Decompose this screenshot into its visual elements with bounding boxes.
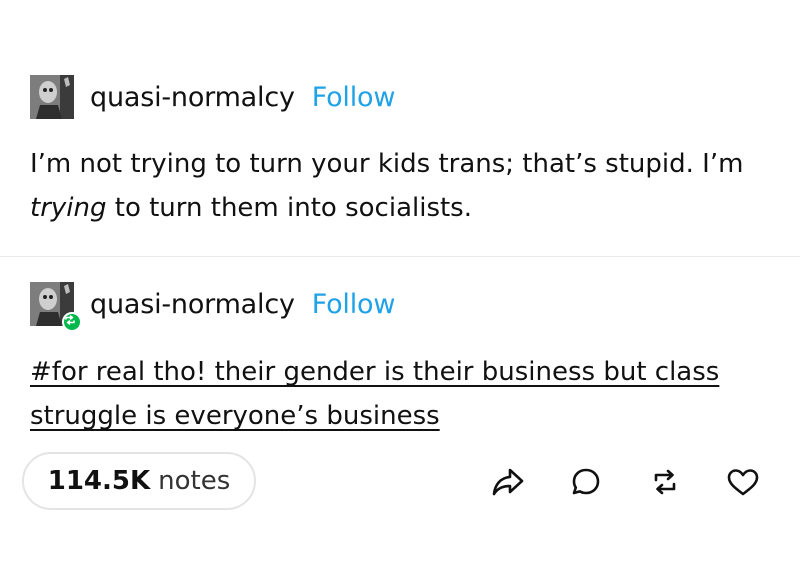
reblog-icon [654,469,676,495]
share-icon [492,468,524,496]
follow-button[interactable]: Follow [312,82,396,113]
divider [0,256,800,257]
avatar-image [30,75,74,119]
avatar[interactable] [30,75,74,119]
reblog-header: quasi-normalcy Follow [30,282,396,332]
reply-icon [572,468,600,495]
post-header: quasi-normalcy Follow [30,75,395,119]
post-text-part2: to turn them into socialists. [106,193,472,223]
share-button[interactable] [488,462,528,502]
post-actions [488,462,763,502]
username[interactable]: quasi-normalcy [90,82,295,113]
like-icon [727,469,759,496]
post-body: I’m not trying to turn your kids trans; … [30,142,770,230]
reblog-badge-icon [62,312,82,332]
notes-button[interactable]: 114.5K notes [22,452,256,510]
notes-label: notes [158,466,231,496]
post-text-part1: I’m not trying to turn your kids trans; … [30,149,744,179]
notes-count: 114.5K [47,466,151,496]
post-text-emphasis: trying [30,193,107,223]
reply-button[interactable] [566,462,606,502]
tags-text[interactable]: #for real tho! their gender is their bus… [30,357,719,431]
reblog-tags[interactable]: #for real tho! their gender is their bus… [30,350,770,438]
reblog-button[interactable] [645,462,685,502]
like-button[interactable] [723,462,763,502]
username[interactable]: quasi-normalcy [90,289,295,320]
follow-button[interactable]: Follow [312,289,396,320]
avatar[interactable] [30,282,82,332]
